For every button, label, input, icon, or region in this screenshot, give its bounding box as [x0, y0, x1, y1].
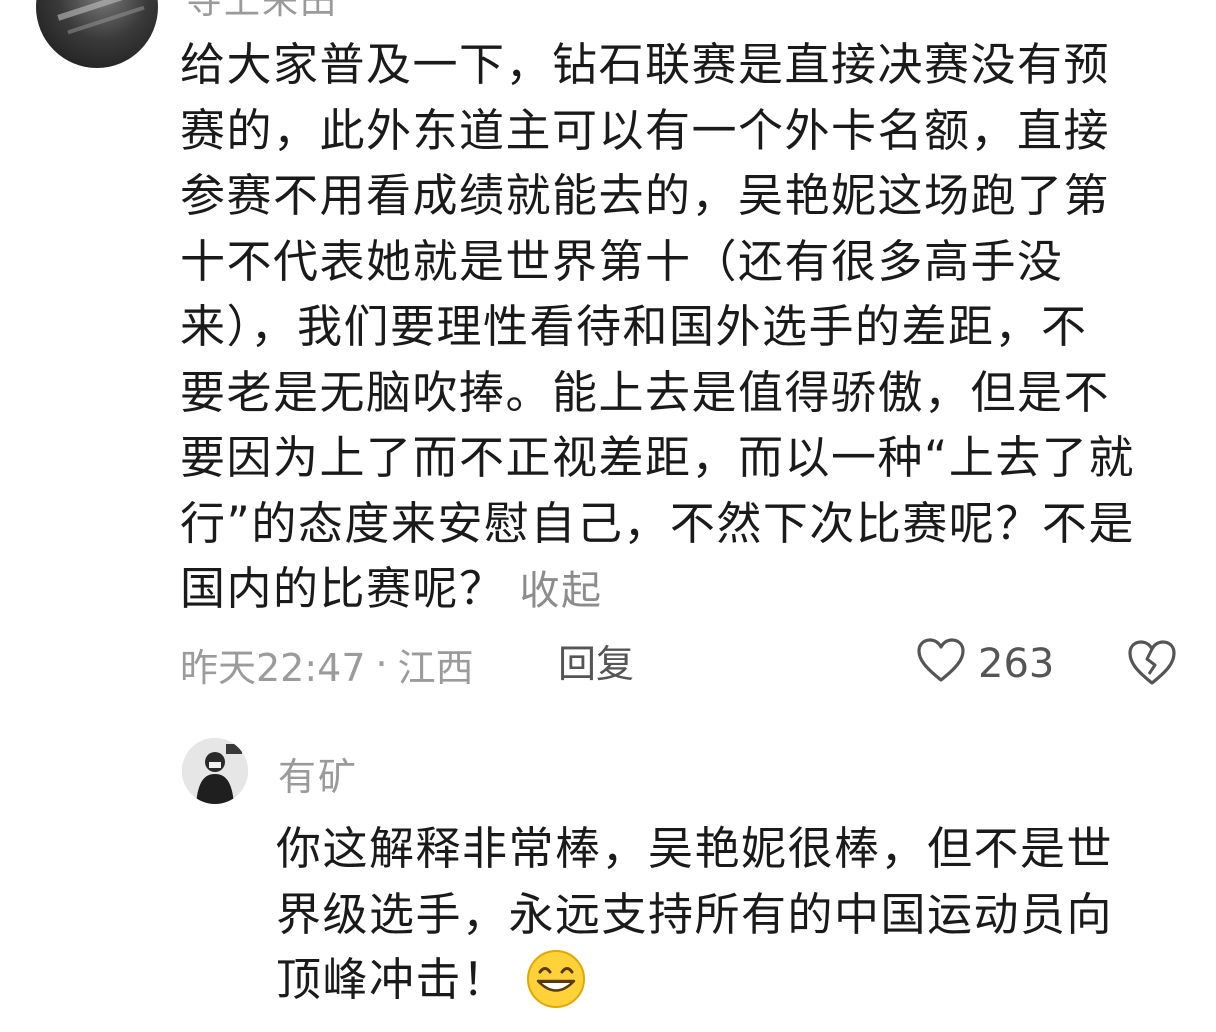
- meta-separator: ·: [375, 642, 388, 686]
- comment-thread: 寺上来田 给大家普及一下，钻石联赛是直接决赛没有预 赛的，此外东道主可以有一个外…: [0, 0, 1216, 1032]
- comment-line: 给大家普及一下，钻石联赛是直接决赛没有预: [180, 38, 1111, 91]
- broken-heart-icon: [1126, 640, 1178, 695]
- comment-text: 给大家普及一下，钻石联赛是直接决赛没有预 赛的，此外东道主可以有一个外卡名额，直…: [180, 32, 1190, 625]
- comment-line: 来），我们要理性看待和国外选手的差距，不: [180, 300, 1088, 353]
- reply-avatar[interactable]: [182, 738, 248, 804]
- reply-line: 你这解释非常棒，吴艳妮很棒，但不是世: [276, 822, 1114, 875]
- comment-line-last: 国内的比赛呢？ 收起: [180, 556, 1190, 625]
- comment-location: 江西: [397, 645, 474, 690]
- reply-text: 你这解释非常棒，吴艳妮很棒，但不是世 界级选手，永远支持所有的中国运动员向 顶峰…: [276, 816, 1176, 1014]
- comment-line: 参赛不用看成绩就能去的，吴艳妮这场跑了第: [180, 169, 1111, 222]
- heart-outline-icon: [916, 637, 966, 692]
- collapse-link[interactable]: 收起: [520, 568, 603, 614]
- comment-line: 十不代表她就是世界第十（还有很多高手没: [180, 234, 1064, 288]
- avatar[interactable]: [36, 0, 158, 68]
- comment-meta: 昨天22:47 · 江西 回复 263: [180, 636, 1190, 692]
- comment-line: 要老是无脑吹捧。能上去是值得骄傲，但是不: [180, 365, 1111, 419]
- comment-line: 赛的，此外东道主可以有一个外卡名额，直接: [180, 103, 1111, 157]
- reply-username[interactable]: 有矿: [278, 746, 358, 801]
- reply-line: 顶峰冲击！: [276, 953, 509, 1006]
- comment-line: 行”的态度来安慰自己，不然下次比赛呢？不是: [180, 496, 1135, 550]
- comment-line: 国内的比赛呢？: [180, 562, 506, 615]
- reply-line: 界级选手，永远支持所有的中国运动员向: [276, 887, 1114, 941]
- reply-line-last: 顶峰冲击！: [276, 947, 1176, 1014]
- like-count: 263: [978, 641, 1055, 687]
- comment-timestamp: 昨天22:47: [180, 645, 366, 690]
- reply-button[interactable]: 回复: [558, 636, 634, 692]
- comment-line: 要因为上了而不正视差距，而以一种“上去了就: [180, 431, 1135, 484]
- like-button[interactable]: 263: [916, 637, 1055, 692]
- comment-username[interactable]: 寺上来田: [186, 0, 338, 24]
- grinning-face-emoji: [525, 948, 587, 1010]
- dislike-button[interactable]: [1126, 638, 1178, 690]
